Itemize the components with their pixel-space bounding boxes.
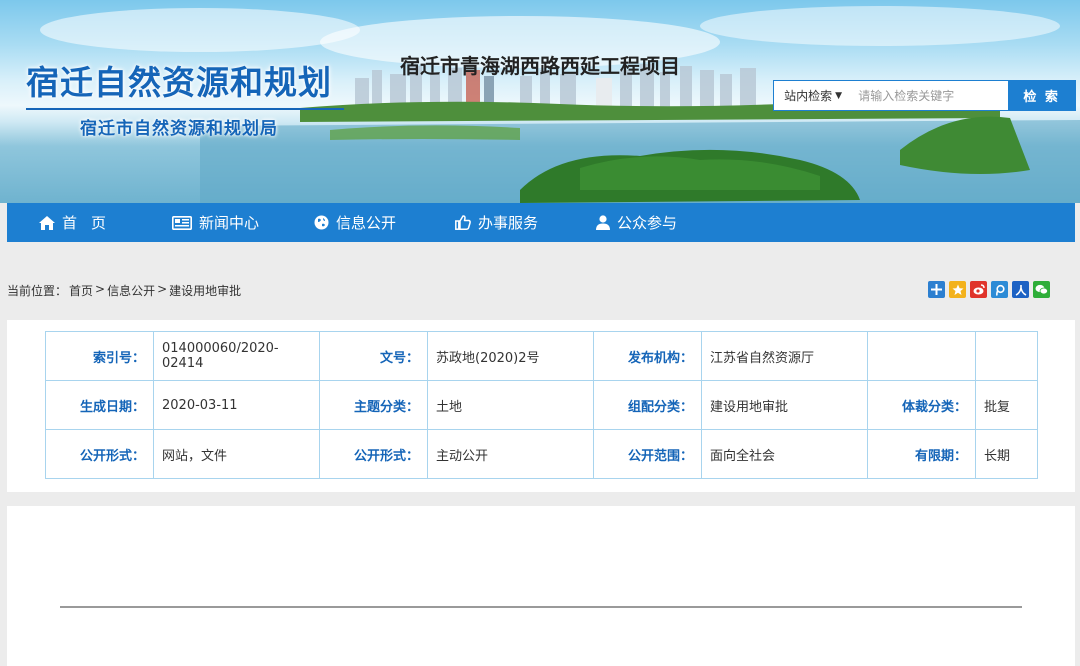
qzone-icon[interactable] (949, 281, 966, 298)
creation-date-label: 生成日期： (45, 380, 154, 430)
search-button[interactable]: 检 索 (1008, 81, 1075, 110)
tencent-weibo-icon[interactable] (991, 281, 1008, 298)
breadcrumb: 当前位置： 首页 > 信息公开 > 建设用地审批 (7, 282, 241, 299)
assembly-category-label: 组配分类： (593, 380, 702, 430)
nav-item-news[interactable]: 新闻中心 (172, 203, 314, 242)
empty-label-cell (867, 331, 976, 381)
weibo-icon[interactable] (970, 281, 987, 298)
nav-item-info-disclosure[interactable]: 信息公开 (314, 203, 455, 242)
nav-label: 新闻中心 (199, 214, 260, 232)
document-metadata-table: 索引号： 014000060/2020-02414 文号： 苏政地(2020)2… (45, 331, 1038, 479)
disclosure-mode-value: 主动公开 (427, 429, 594, 479)
disclosure-mode-label: 公开形式： (319, 429, 428, 479)
assembly-category-value: 建设用地审批 (701, 380, 868, 430)
publisher-value: 江苏省自然资源厅 (701, 331, 868, 381)
article-title-divider (60, 606, 1022, 608)
index-number-value: 014000060/2020-02414 (153, 331, 320, 381)
nav-item-public-participation[interactable]: 公众参与 (596, 203, 736, 242)
site-subtitle: 宿迁市自然资源和规划局 (80, 119, 278, 139)
article-panel (7, 506, 1075, 666)
globe-icon (314, 215, 329, 230)
empty-value-cell (975, 331, 1038, 381)
renren-icon[interactable] (1012, 281, 1029, 298)
search-scope-select[interactable]: 站内检索 ▼ (774, 81, 852, 110)
document-number-value: 苏政地(2020)2号 (427, 331, 594, 381)
breadcrumb-home[interactable]: 首页 (69, 282, 93, 299)
topic-category-label: 主题分类： (319, 380, 428, 430)
breadcrumb-info-disclosure[interactable]: 信息公开 (107, 282, 155, 299)
creation-date-value: 2020-03-11 (153, 380, 320, 430)
wechat-icon[interactable] (1033, 281, 1050, 298)
caret-down-icon: ▼ (835, 90, 843, 101)
share-add-icon[interactable] (928, 281, 945, 298)
topic-category-value: 土地 (427, 380, 594, 430)
nav-item-home[interactable]: 首页 (39, 203, 172, 242)
title-divider (26, 108, 344, 110)
breadcrumb-construction-land[interactable]: 建设用地审批 (169, 282, 241, 299)
validity-period-value: 长期 (975, 429, 1038, 479)
index-number-label: 索引号： (45, 331, 154, 381)
validity-period-label: 有限期： (867, 429, 976, 479)
user-icon (596, 215, 610, 230)
table-row: 公开形式： 网站，文件 公开形式： 主动公开 公开范围： 面向全社会 有限期： … (45, 429, 1038, 479)
main-nav: 首页 新闻中心 信息公开 办事服务 公众参与 (7, 203, 1075, 242)
breadcrumb-separator: > (157, 282, 168, 296)
disclosure-form-value: 网站，文件 (153, 429, 320, 479)
breadcrumb-separator: > (95, 282, 106, 296)
genre-category-value: 批复 (975, 380, 1038, 430)
nav-label: 信息公开 (336, 214, 397, 232)
search-input[interactable] (852, 81, 1009, 110)
newspaper-icon (172, 215, 192, 230)
search-scope-label: 站内检索 (784, 89, 833, 103)
breadcrumb-prefix: 当前位置： (7, 284, 68, 298)
home-icon (39, 215, 55, 230)
share-toolbar (928, 281, 1050, 298)
article-title: 宿迁市青海湖西路西延工程项目 (400, 54, 680, 78)
nav-item-services[interactable]: 办事服务 (455, 203, 596, 242)
document-number-label: 文号： (319, 331, 428, 381)
nav-label: 办事服务 (478, 214, 539, 232)
nav-label: 公众参与 (617, 214, 678, 232)
search-bar: 站内检索 ▼ 检 索 (773, 80, 1076, 111)
disclosure-scope-label: 公开范围： (593, 429, 702, 479)
disclosure-scope-value: 面向全社会 (701, 429, 868, 479)
genre-category-label: 体裁分类： (867, 380, 976, 430)
table-row: 索引号： 014000060/2020-02414 文号： 苏政地(2020)2… (45, 331, 1038, 381)
publisher-label: 发布机构： (593, 331, 702, 381)
header-banner: 宿迁自然资源和规划 宿迁市自然资源和规划局 站内检索 ▼ 检 索 (0, 0, 1080, 203)
table-row: 生成日期： 2020-03-11 主题分类： 土地 组配分类： 建设用地审批 体… (45, 380, 1038, 430)
thumbs-up-icon (455, 215, 471, 230)
disclosure-form-label: 公开形式： (45, 429, 154, 479)
nav-label: 首页 (62, 214, 121, 232)
